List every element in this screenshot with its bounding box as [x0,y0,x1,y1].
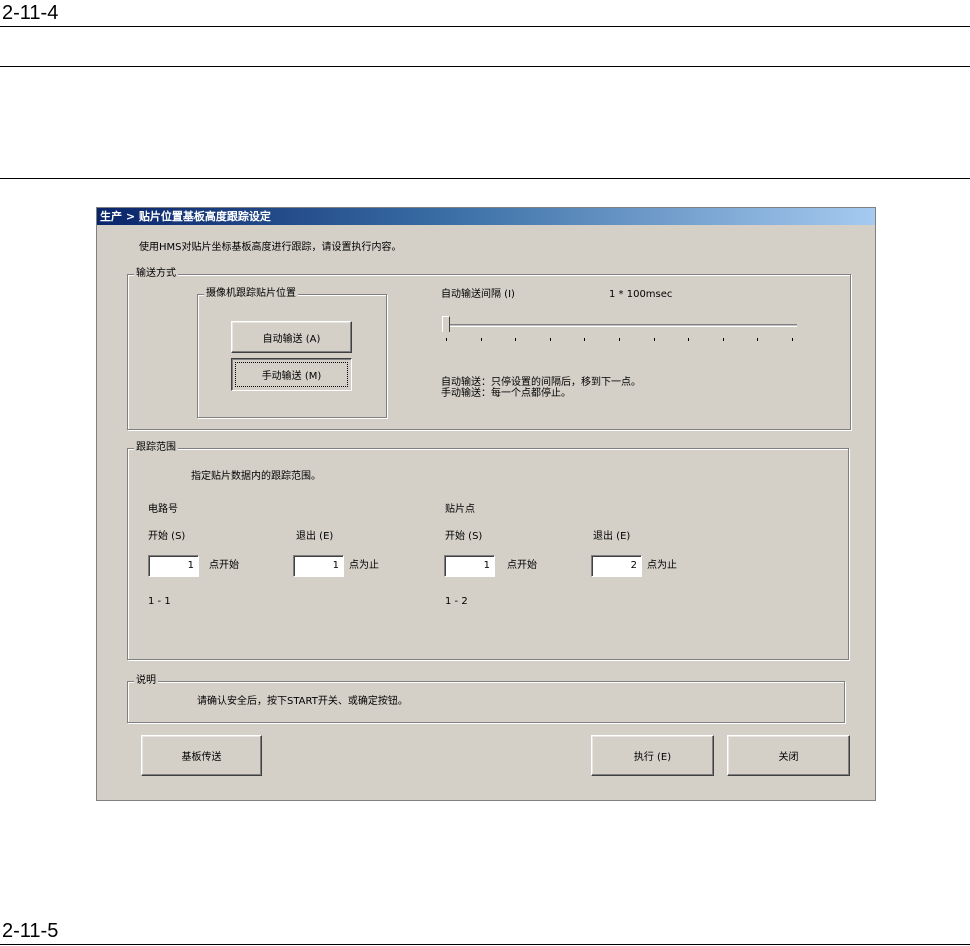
page-heading-bottom: 2-11-5 [2,920,59,942]
points-start-input[interactable]: 1 [444,555,495,577]
slider-tick [792,338,793,341]
board-transfer-button[interactable]: 基板传送 [141,735,262,776]
points-end-label: 退出 (E) [593,531,631,542]
slider-tick [723,338,724,341]
divider [0,944,970,945]
auto-transport-label: 自动输送 (A) [262,333,321,345]
transport-mode-legend: 输送方式 [134,268,178,280]
range-hint: 指定贴片数据内的跟踪范围。 [191,471,321,482]
camera-tracking-group: 摄像机跟踪贴片位置 [197,288,387,418]
interval-label: 自动输送间隔 (I) [441,289,515,300]
manual-transport-label: 手动输送 (M) [261,371,322,382]
note-text: 请确认安全后，按下START开关、或确定按钮。 [197,696,408,707]
slider-tick [481,338,482,341]
tracking-range-legend: 跟踪范围 [134,442,178,454]
circuit-start-label: 开始 (S) [148,531,186,542]
interval-value: 1 * 100msec [609,289,673,300]
points-range-text: 1 - 2 [445,596,468,607]
interval-slider-track[interactable] [446,324,797,327]
tracking-settings-dialog: 生产 > 贴片位置基板高度跟踪设定 使用HMS对贴片坐标基板高度进行跟踪，请设置… [96,207,876,801]
circuit-end-input[interactable]: 1 [293,555,344,577]
manual-transport-description: 手动输送：每一个点都停止。 [441,388,571,399]
dialog-title[interactable]: 生产 > 贴片位置基板高度跟踪设定 [97,208,875,225]
circuit-start-suffix: 点开始 [209,560,239,571]
instruction-text: 使用HMS对贴片坐标基板高度进行跟踪，请设置执行内容。 [139,242,402,253]
circuit-range-text: 1 - 1 [148,596,171,607]
divider [0,26,970,27]
execute-button[interactable]: 执行 (E) [591,735,714,776]
slider-tick [515,338,516,341]
points-start-suffix: 点开始 [507,560,537,571]
interval-slider-thumb[interactable] [442,316,450,332]
points-label: 贴片点 [445,504,475,515]
divider [0,66,970,67]
slider-tick [584,338,585,341]
slider-tick [619,338,620,341]
page-heading-top: 2-11-4 [2,2,59,24]
circuit-label: 电路号 [148,504,178,515]
slider-tick [446,338,447,341]
close-label: 关闭 [778,752,799,763]
circuit-start-input[interactable]: 1 [148,555,199,577]
manual-transport-button[interactable]: 手动输送 (M) [231,358,352,391]
note-legend: 说明 [134,675,158,687]
slider-tick [688,338,689,341]
close-button[interactable]: 关闭 [727,735,850,776]
auto-transport-button[interactable]: 自动输送 (A) [231,321,352,353]
slider-tick [654,338,655,341]
circuit-end-label: 退出 (E) [296,531,334,542]
board-transfer-label: 基板传送 [181,752,222,763]
divider [0,178,970,179]
points-end-input[interactable]: 2 [591,555,642,577]
points-end-suffix: 点为止 [647,560,677,571]
execute-label: 执行 (E) [633,752,672,763]
points-start-label: 开始 (S) [445,531,483,542]
circuit-end-suffix: 点为止 [349,560,379,571]
slider-tick [550,338,551,341]
camera-tracking-legend: 摄像机跟踪贴片位置 [204,288,298,300]
slider-tick [757,338,758,341]
